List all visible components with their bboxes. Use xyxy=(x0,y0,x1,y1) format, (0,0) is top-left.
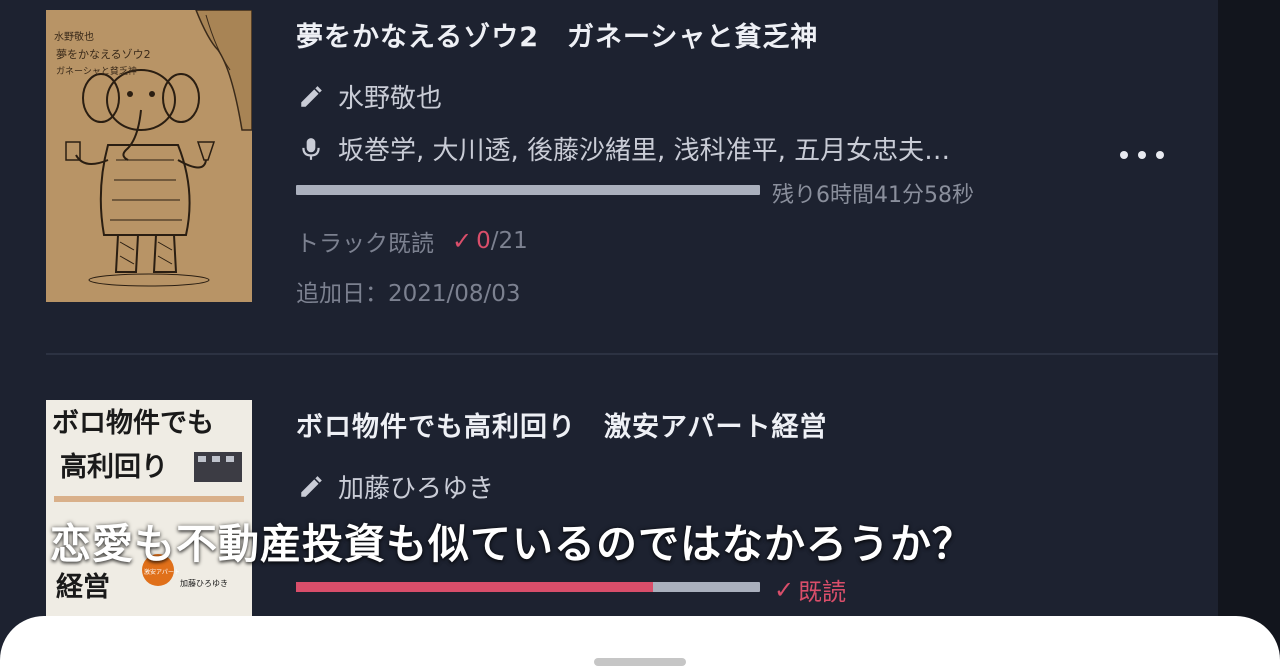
cover-author-small: 加藤ひろゆき xyxy=(180,578,228,588)
progress-bar-2 xyxy=(296,582,760,592)
narrator-names: 坂巻学, 大川透, 後藤沙緒里, 浅科准平, 五月女忠夫… xyxy=(338,136,951,166)
cover-title-text: 夢をかなえるゾウ2 xyxy=(56,48,151,61)
author-name: 水野敬也 xyxy=(338,84,443,114)
pencil-icon xyxy=(301,475,322,497)
progress-bar-1 xyxy=(296,185,760,195)
check-icon: ✓ xyxy=(452,227,473,255)
list-divider xyxy=(46,353,1218,355)
cover-line-3: 経営 xyxy=(56,571,110,603)
track-read-total: /21 xyxy=(490,228,528,254)
author-row-1: 水野敬也 xyxy=(298,78,442,115)
more-dot-icon xyxy=(1138,151,1146,159)
cover-line-1: ボロ物件でも xyxy=(52,408,214,439)
check-icon: ✓ xyxy=(774,575,795,604)
track-read-label: トラック既読 xyxy=(296,231,434,257)
more-options-button[interactable] xyxy=(1120,145,1168,165)
overlay-caption: 恋愛も不動産投資も似ているのではなかろうか？ xyxy=(50,520,974,568)
cover-line-2: 高利回り xyxy=(60,451,168,483)
cover-author-text: 水野敬也 xyxy=(54,30,94,43)
elephant-illustration: 水野敬也 夢をかなえるゾウ2 ガネーシャと貧乏神 xyxy=(46,10,252,302)
book-cover-1[interactable]: 水野敬也 夢をかなえるゾウ2 ガネーシャと貧乏神 xyxy=(46,10,252,302)
track-read-row: トラック既読 ✓ 0 /21 xyxy=(296,224,528,258)
author-name: 加藤ひろゆき xyxy=(338,474,495,504)
finished-status: ✓ 既読 xyxy=(774,572,846,607)
book-title-2[interactable]: ボロ物件でも高利回り 激安アパート経営 xyxy=(296,405,827,444)
progress-fill-2 xyxy=(296,582,654,592)
added-date: 追加日：2021/08/03 xyxy=(296,281,521,307)
pencil-icon xyxy=(301,85,322,107)
sheet-drag-handle[interactable] xyxy=(594,658,686,666)
finished-label: 既読 xyxy=(798,578,847,606)
more-dot-icon xyxy=(1156,151,1164,159)
scroll-edge xyxy=(1218,0,1280,668)
bottom-sheet[interactable] xyxy=(0,616,1280,668)
more-dot-icon xyxy=(1120,151,1128,159)
remaining-time: 残り6時間41分58秒 xyxy=(772,183,974,208)
cover-subtitle-text: ガネーシャと貧乏神 xyxy=(56,65,137,77)
track-read-done: 0 xyxy=(476,228,491,254)
book-title-1[interactable]: 夢をかなえるゾウ2 ガネーシャと貧乏神 xyxy=(296,15,818,54)
narrator-row-1: 坂巻学, 大川透, 後藤沙緒里, 浅科准平, 五月女忠夫… xyxy=(298,130,950,167)
microphone-icon xyxy=(302,137,320,160)
track-read-count: ✓ 0 /21 xyxy=(452,227,528,255)
author-row-2: 加藤ひろゆき xyxy=(298,468,494,505)
